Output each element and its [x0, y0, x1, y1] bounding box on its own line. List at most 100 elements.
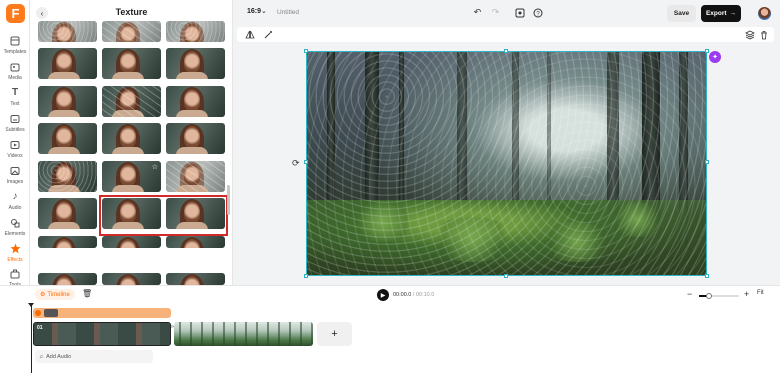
- texture-thumbnail[interactable]: [38, 198, 97, 229]
- redo-icon[interactable]: ↷: [489, 6, 502, 19]
- playback-bar: ⚙ Timeline 🗑 ▶ 00:00.0 / 00:10.0 − + Fit: [0, 285, 780, 303]
- rail-item-subtitles[interactable]: Subtitles: [0, 112, 30, 133]
- zoom-slider[interactable]: [699, 293, 739, 299]
- playhead-handle[interactable]: [28, 303, 34, 307]
- texture-thumbnail[interactable]: [102, 21, 161, 42]
- images-icon: [9, 164, 22, 177]
- rail-label: Elements: [4, 231, 26, 237]
- rail-label: Audio: [8, 205, 22, 211]
- text-icon: T: [11, 87, 19, 98]
- texture-thumbnail[interactable]: [166, 161, 225, 192]
- rail-item-audio[interactable]: ♪ Audio: [0, 190, 30, 211]
- rail-label: Videos: [7, 153, 23, 159]
- plus-icon: +: [331, 328, 338, 340]
- effects-icon: [9, 242, 22, 255]
- panel-title: Texture: [115, 7, 148, 17]
- rotate-icon[interactable]: ⟳: [292, 158, 300, 169]
- rail-item-templates[interactable]: Templates: [0, 34, 30, 55]
- fit-button[interactable]: Fit: [757, 290, 764, 296]
- media-icon: [9, 60, 22, 73]
- add-audio-label: Add Audio: [46, 353, 72, 360]
- video-clip-1[interactable]: 01: [33, 322, 171, 346]
- rail-item-elements[interactable]: Elements: [0, 216, 30, 237]
- aspect-ratio-select[interactable]: 16:9: [247, 8, 261, 15]
- favorite-star-icon[interactable]: ☆: [152, 163, 158, 171]
- clip-number: 01: [37, 325, 43, 331]
- left-rail: F Templates Media T Text Subtitles Video…: [0, 0, 30, 288]
- layers-icon[interactable]: [744, 29, 755, 40]
- export-button[interactable]: Export →: [701, 5, 741, 22]
- delete-icon[interactable]: [758, 29, 769, 40]
- texture-thumbnail[interactable]: [38, 161, 97, 192]
- texture-thumbnail[interactable]: [38, 123, 97, 154]
- texture-thumbnail[interactable]: [166, 86, 225, 117]
- texture-thumbnail[interactable]: [38, 21, 97, 42]
- rail-item-videos[interactable]: Videos: [0, 138, 30, 159]
- top-bar: 16:9 ⌄ Untitled ↶ ↷ ? Save Export →: [233, 0, 780, 27]
- zoom-out-icon[interactable]: −: [687, 289, 692, 299]
- panel-scrollbar[interactable]: [227, 185, 230, 215]
- rail-label: Text: [10, 101, 20, 107]
- magic-wand-icon[interactable]: [262, 29, 273, 40]
- rail-item-media[interactable]: Media: [0, 60, 30, 81]
- timeline-icon: ⚙: [40, 292, 46, 298]
- texture-thumbnail[interactable]: [102, 123, 161, 154]
- texture-thumbnail[interactable]: [102, 48, 161, 79]
- rail-item-effects[interactable]: Effects: [0, 242, 30, 263]
- rail-item-images[interactable]: Images: [0, 164, 30, 185]
- document-title[interactable]: Untitled: [277, 9, 299, 16]
- add-audio-button[interactable]: ♫ Add Audio: [35, 350, 153, 363]
- texture-thumbnail[interactable]: [38, 236, 97, 248]
- texture-thumbnail[interactable]: ☆: [102, 161, 161, 192]
- texture-thumbnail[interactable]: [102, 86, 161, 117]
- texture-thumbnail[interactable]: [166, 236, 225, 248]
- video-clip-2[interactable]: [174, 322, 313, 346]
- texture-thumbnail[interactable]: [166, 21, 225, 42]
- effect-icon: [35, 310, 41, 316]
- subtitles-icon: [9, 112, 22, 125]
- avatar[interactable]: [758, 7, 771, 20]
- texture-thumbnail[interactable]: [166, 273, 225, 285]
- help-icon[interactable]: ?: [531, 6, 544, 19]
- video-canvas[interactable]: [304, 49, 709, 278]
- rail-label: Images: [6, 179, 24, 185]
- zoom-knob[interactable]: [706, 293, 712, 299]
- rail-label: Media: [8, 75, 22, 81]
- elements-icon: [9, 216, 22, 229]
- undo-icon[interactable]: ↶: [471, 6, 484, 19]
- trash-icon[interactable]: 🗑: [82, 289, 92, 298]
- texture-thumbnail[interactable]: [166, 123, 225, 154]
- playhead[interactable]: [31, 303, 32, 373]
- texture-thumbnail[interactable]: [102, 273, 161, 285]
- tools-icon: [9, 267, 22, 280]
- play-button[interactable]: ▶: [377, 289, 389, 301]
- add-clip-button[interactable]: +: [317, 322, 352, 346]
- texture-thumbnail[interactable]: [38, 48, 97, 79]
- zoom-in-icon[interactable]: +: [744, 289, 749, 299]
- texture-thumbnail[interactable]: [38, 273, 97, 285]
- rail-item-text[interactable]: T Text: [0, 86, 30, 107]
- save-button[interactable]: Save: [667, 5, 696, 22]
- export-label: Export: [705, 10, 727, 17]
- music-icon: ♫: [39, 353, 44, 360]
- timeline: 01 ⋈ + ♫Add Audio: [0, 303, 780, 373]
- timeline-tab[interactable]: ⚙ Timeline: [35, 289, 75, 300]
- effect-thumbnail: [44, 309, 58, 317]
- videos-icon: [9, 138, 22, 151]
- audio-icon: ♪: [12, 191, 18, 202]
- effect-track[interactable]: [33, 308, 171, 318]
- play-icon: ▶: [380, 292, 386, 299]
- texture-thumbnail[interactable]: [166, 48, 225, 79]
- app-logo[interactable]: F: [6, 4, 25, 23]
- chevron-down-icon[interactable]: ⌄: [261, 7, 267, 15]
- flip-icon[interactable]: [244, 29, 255, 40]
- texture-thumbnail[interactable]: [102, 236, 161, 248]
- ai-assistant-icon[interactable]: ✦: [709, 51, 721, 63]
- screenshot-icon[interactable]: [513, 6, 526, 19]
- rail-label: Effects: [7, 257, 23, 263]
- rail-label: Templates: [3, 49, 27, 55]
- templates-icon: [9, 34, 22, 47]
- total-time: / 00:10.0: [412, 292, 435, 298]
- texture-thumbnail[interactable]: [38, 86, 97, 117]
- arrow-right-icon: →: [729, 10, 737, 17]
